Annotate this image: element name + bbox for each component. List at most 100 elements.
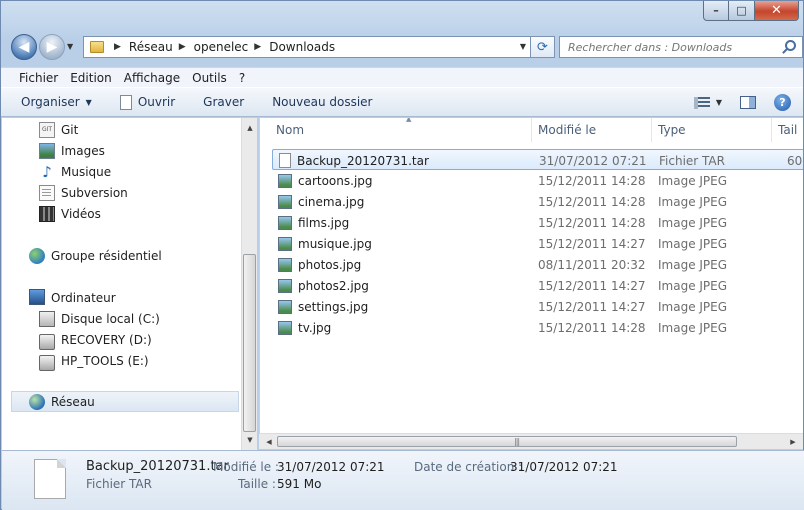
file-row[interactable]: photos2.jpg 15/12/2011 14:27 Image JPEG: [272, 275, 803, 296]
homegroup-icon: [29, 247, 45, 264]
file-list-horizontal-scrollbar[interactable]: ◀ ||| ▶: [259, 433, 803, 449]
details-modified-value: 31/07/2012 07:21: [277, 460, 385, 474]
menu-affichage[interactable]: Affichage: [118, 71, 186, 85]
help-icon[interactable]: ?: [774, 94, 791, 111]
details-modified-label: Modifié le :: [213, 460, 279, 474]
column-header-size[interactable]: Tail: [772, 118, 803, 142]
address-dropdown-icon[interactable]: ▼: [520, 42, 526, 51]
document-icon: [119, 94, 132, 110]
nav-item-drive-c[interactable]: Disque local (C:): [2, 308, 242, 329]
scroll-down-icon[interactable]: ▼: [242, 432, 258, 448]
preview-pane-icon[interactable]: [740, 96, 756, 109]
maximize-button[interactable]: □: [729, 1, 755, 21]
details-created-value: 31/07/2012 07:21: [510, 460, 618, 474]
scroll-thumb[interactable]: |||: [277, 436, 737, 447]
details-pane: Backup_20120731.tar Fichier TAR Modifié …: [2, 450, 804, 510]
new-folder-button[interactable]: Nouveau dossier: [272, 95, 372, 109]
file-name: films.jpg: [298, 215, 350, 230]
file-name: photos2.jpg: [298, 278, 369, 293]
file-type: Fichier TAR: [659, 153, 725, 168]
nav-item-label: Ordinateur: [51, 290, 116, 305]
back-button[interactable]: ◀: [11, 34, 37, 60]
navigation-pane-scrollbar[interactable]: ▲ ▼: [241, 118, 257, 450]
nav-item-homegroup[interactable]: Groupe résidentiel: [2, 245, 242, 266]
jpeg-file-icon: [278, 320, 292, 335]
nav-item-computer[interactable]: Ordinateur: [2, 287, 242, 308]
file-name: cartoons.jpg: [298, 173, 373, 188]
nav-item-label: Subversion: [61, 185, 128, 200]
menu-outils[interactable]: Outils: [186, 71, 233, 85]
file-row[interactable]: musique.jpg 15/12/2011 14:27 Image JPEG: [272, 233, 803, 254]
minimize-button[interactable]: –: [703, 1, 729, 21]
file-type: Image JPEG: [658, 299, 728, 314]
nav-item-git[interactable]: GIT Git: [2, 119, 242, 140]
burn-label: Graver: [203, 95, 245, 109]
chevron-down-icon: ▼: [85, 97, 92, 107]
search-icon[interactable]: [785, 40, 796, 51]
git-folder-icon: GIT: [39, 121, 55, 138]
nav-item-videos[interactable]: Vidéos: [2, 203, 242, 224]
address-bar[interactable]: ▶ Réseau ▶ openelec ▶ Downloads ▼: [83, 36, 531, 58]
menu-fichier[interactable]: Fichier: [13, 71, 64, 85]
file-row[interactable]: cinema.jpg 15/12/2011 14:28 Image JPEG: [272, 191, 803, 212]
search-box[interactable]: [559, 36, 803, 58]
open-button[interactable]: Ouvrir: [119, 94, 176, 110]
breadcrumb-downloads[interactable]: Downloads: [269, 40, 335, 54]
nav-item-network[interactable]: Réseau: [11, 391, 239, 412]
network-folder-icon: [90, 41, 104, 53]
file-modified: 15/12/2011 14:27: [538, 299, 646, 314]
menu-help[interactable]: ?: [233, 71, 251, 85]
nav-item-label: RECOVERY (D:): [61, 332, 152, 347]
file-type: Image JPEG: [658, 278, 728, 293]
file-row[interactable]: photos.jpg 08/11/2011 20:32 Image JPEG: [272, 254, 803, 275]
close-button[interactable]: ✕: [755, 1, 799, 21]
file-row[interactable]: settings.jpg 15/12/2011 14:27 Image JPEG: [272, 296, 803, 317]
breadcrumb-openelec[interactable]: openelec ▶: [194, 40, 270, 54]
file-row[interactable]: cartoons.jpg 15/12/2011 14:28 Image JPEG: [272, 170, 803, 191]
scroll-thumb[interactable]: [243, 254, 256, 432]
breadcrumb-separator-root[interactable]: ▶: [108, 42, 129, 52]
recent-pages-dropdown-icon[interactable]: ▼: [67, 42, 73, 51]
nav-item-label: Réseau: [51, 394, 95, 409]
file-name: tv.jpg: [298, 320, 332, 335]
file-row[interactable]: films.jpg 15/12/2011 14:28 Image JPEG: [272, 212, 803, 233]
jpeg-file-icon: [278, 299, 292, 314]
scroll-left-icon[interactable]: ◀: [261, 434, 277, 450]
column-header-name[interactable]: Nom ▲: [270, 118, 532, 142]
chevron-right-icon: ▶: [254, 42, 262, 52]
scroll-up-icon[interactable]: ▲: [242, 120, 258, 136]
file-list: Nom ▲ Modifié le Type Tail Backup_2012073…: [259, 118, 803, 433]
menu-edition[interactable]: Edition: [64, 71, 118, 85]
burn-button[interactable]: Graver: [203, 95, 244, 109]
forward-arrow-icon: ▶: [46, 39, 58, 55]
sort-ascending-icon: ▲: [406, 118, 412, 123]
nav-item-drive-e[interactable]: HP_TOOLS (E:): [2, 350, 242, 371]
views-icon[interactable]: [693, 96, 710, 109]
command-bar: Organiser ▼ Ouvrir Graver Nouveau dossier…: [1, 87, 803, 117]
grip-icon: |||: [514, 437, 520, 446]
breadcrumb-reseau[interactable]: Réseau ▶: [129, 40, 194, 54]
file-modified: 15/12/2011 14:27: [538, 236, 646, 251]
forward-button[interactable]: ▶: [39, 34, 65, 60]
nav-item-drive-d[interactable]: RECOVERY (D:): [2, 329, 242, 350]
nav-item-images[interactable]: Images: [2, 140, 242, 161]
file-modified: 08/11/2011 20:32: [538, 257, 646, 272]
new-folder-label: Nouveau dossier: [272, 95, 373, 109]
nav-item-subversion[interactable]: Subversion: [2, 182, 242, 203]
file-row[interactable]: Backup_20120731.tar 31/07/2012 07:21 Fic…: [272, 149, 803, 170]
column-header-type[interactable]: Type: [652, 118, 772, 142]
file-type: Image JPEG: [658, 173, 728, 188]
column-header-modified[interactable]: Modifié le: [532, 118, 652, 142]
nav-item-label: Groupe résidentiel: [51, 248, 162, 263]
organize-button[interactable]: Organiser ▼: [21, 95, 92, 109]
nav-item-label: Disque local (C:): [61, 311, 160, 326]
refresh-button[interactable]: ⟳: [531, 36, 555, 58]
file-row[interactable]: tv.jpg 15/12/2011 14:28 Image JPEG: [272, 317, 803, 338]
file-modified: 31/07/2012 07:21: [539, 153, 647, 168]
chevron-down-icon[interactable]: ▼: [716, 98, 722, 107]
scroll-right-icon[interactable]: ▶: [785, 434, 801, 450]
nav-item-label: HP_TOOLS (E:): [61, 353, 149, 368]
nav-item-musique[interactable]: ♪ Musique: [2, 161, 242, 182]
open-label: Ouvrir: [137, 95, 176, 109]
search-input[interactable]: [560, 40, 774, 54]
